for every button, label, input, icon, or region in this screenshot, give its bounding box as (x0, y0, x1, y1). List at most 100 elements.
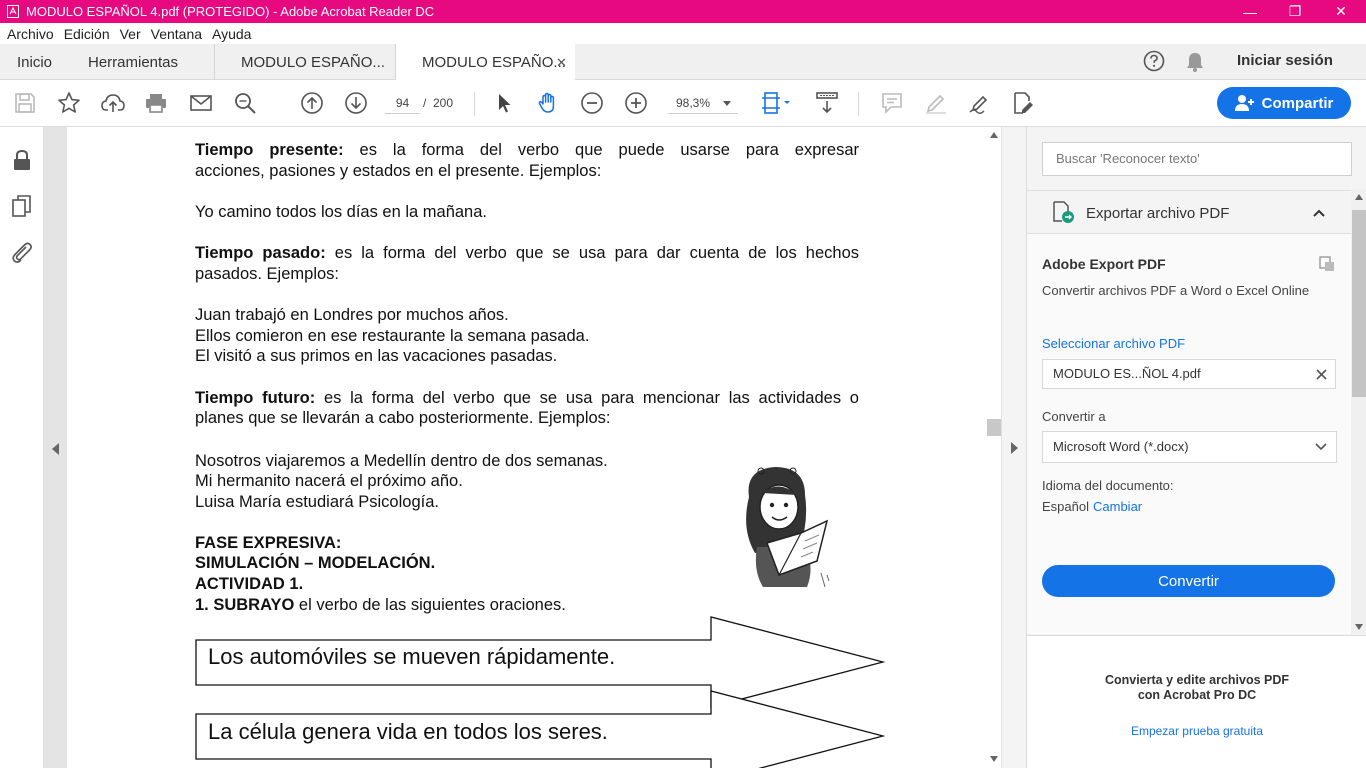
arrow-sentence-2: La célula genera vida en todos los seres… (208, 719, 608, 744)
collapse-left-panel-icon[interactable] (52, 442, 60, 460)
window-title: MODULO ESPAÑOL 4.pdf (PROTEGIDO) - Adobe… (26, 4, 435, 19)
menu-ver[interactable]: Ver (120, 26, 141, 42)
line-example-1: Yo camino todos los días en la mañana. (195, 203, 487, 221)
adobe-export-heading: Adobe Export PDF (1042, 256, 1166, 272)
close-window-button[interactable]: ✕ (1318, 0, 1364, 23)
document-scrollbar[interactable] (987, 127, 1001, 768)
convert-to-label: Convertir a (1042, 409, 1106, 424)
line-pasado-cont: pasados. Ejemplos: (195, 265, 339, 283)
next-page-icon[interactable] (343, 90, 369, 116)
highlight-pen-icon[interactable] (923, 90, 949, 116)
clear-file-icon[interactable] (1316, 369, 1327, 380)
bell-icon[interactable] (1185, 51, 1205, 77)
tab-document-1[interactable]: MODULO ESPAÑO... (214, 44, 395, 80)
selected-file-name: MODULO ES...ÑOL 4.pdf (1053, 366, 1201, 381)
fill-sign-icon[interactable] (1010, 90, 1036, 116)
share-button-label: Compartir (1261, 94, 1334, 112)
print-icon[interactable] (143, 90, 169, 116)
save-icon[interactable] (12, 90, 38, 116)
zoom-level-dropdown[interactable]: 98,3% (668, 92, 738, 114)
document-viewport[interactable]: Tiempo presente: es la forma del verbo q… (44, 127, 1026, 768)
copy-document-icon[interactable] (1318, 255, 1336, 273)
left-navigation-rail (0, 127, 44, 768)
panel-scroll-thumb[interactable] (1352, 210, 1366, 397)
chevron-up-icon[interactable] (1313, 209, 1325, 217)
promo-text: Convierta y edite archivos PDF con Acrob… (1027, 673, 1366, 703)
tab-close-icon[interactable]: ✕ (556, 55, 567, 71)
line-tiempo-futuro: Tiempo futuro: es la forma del verbo que… (195, 389, 859, 407)
line-example-2: Juan trabajó en Londres por muchos años. (195, 306, 509, 324)
select-cursor-icon[interactable] (491, 90, 517, 116)
page-number-input[interactable]: 94 (385, 92, 420, 114)
share-button[interactable]: Compartir (1217, 87, 1351, 119)
line-tiempo-pasado: Tiempo pasado: es la forma del verbo que… (195, 244, 859, 262)
chevron-down-icon (1315, 443, 1327, 451)
restore-button[interactable]: ❐ (1272, 0, 1318, 23)
acrobat-pro-promo: Convierta y edite archivos PDF con Acrob… (1027, 635, 1366, 768)
menu-edicion[interactable]: Edición (64, 26, 110, 42)
arrow-shapes (195, 616, 885, 768)
tab-home[interactable]: Inicio (17, 44, 52, 80)
toolbar: 94 / 200 98,3% (0, 80, 1366, 127)
export-pdf-title: Exportar archivo PDF (1086, 205, 1230, 222)
right-tools-panel: Buscar 'Reconocer texto' Exportar archiv… (1026, 127, 1366, 768)
tab-document-2-label: MODULO ESPAÑO... (422, 54, 566, 71)
lock-icon[interactable] (10, 148, 34, 172)
previous-page-icon[interactable] (299, 90, 325, 116)
promo-line-1: Convierta y edite archivos PDF (1104, 673, 1290, 687)
convert-button[interactable]: Convertir (1042, 565, 1335, 597)
zoom-in-icon[interactable] (623, 90, 649, 116)
export-pdf-icon (1053, 201, 1074, 223)
convert-format-dropdown[interactable]: Microsoft Word (*.docx) (1042, 431, 1337, 463)
star-bookmark-icon[interactable] (56, 90, 82, 116)
zoom-level-value: 98,3% (676, 96, 711, 110)
right-panel-toggle[interactable] (1001, 127, 1026, 768)
menu-ayuda[interactable]: Ayuda (212, 26, 251, 42)
search-zoom-icon[interactable] (232, 90, 258, 116)
scroll-thumb[interactable] (987, 419, 1001, 436)
hand-tool-icon[interactable] (535, 90, 561, 116)
scroll-down-icon[interactable] (990, 756, 998, 762)
promo-line-2: con Acrobat Pro DC (1137, 688, 1257, 702)
line-tiempo-presente: Tiempo presente: es la forma del verbo q… (195, 141, 859, 159)
title-bar: MODULO ESPAÑOL 4.pdf (PROTEGIDO) - Adobe… (0, 0, 1366, 23)
panel-scroll-up-icon[interactable] (1355, 194, 1363, 200)
pages-thumbnails-icon[interactable] (10, 194, 34, 218)
expand-right-icon[interactable] (1011, 442, 1019, 454)
selected-file-field[interactable]: MODULO ES...ÑOL 4.pdf (1042, 359, 1336, 389)
sign-pen-icon[interactable] (967, 90, 993, 116)
cloud-upload-icon[interactable] (100, 90, 126, 116)
comment-icon[interactable] (879, 90, 905, 116)
change-language-link[interactable]: Cambiar (1093, 499, 1142, 514)
signin-link[interactable]: Iniciar sesión (1237, 52, 1333, 69)
zoom-out-icon[interactable] (579, 90, 605, 116)
chevron-down-icon (723, 101, 731, 106)
panel-scroll-down-icon[interactable] (1355, 624, 1363, 630)
line-subrayo: 1. SUBRAYO el verbo de las siguientes or… (195, 596, 566, 614)
select-file-label: Seleccionar archivo PDF (1042, 336, 1186, 351)
menu-ventana[interactable]: Ventana (151, 26, 202, 42)
attachment-paperclip-icon[interactable] (10, 240, 34, 264)
line-futuro-cont: planes que se llevarán a cabo posteriorm… (195, 409, 611, 427)
minimize-button[interactable]: — (1227, 0, 1273, 23)
menu-archivo[interactable]: Archivo (7, 26, 54, 42)
question-circle-icon[interactable] (1143, 50, 1165, 76)
arrow-sentence-1: Los automóviles se mueven rápidamente. (208, 644, 616, 669)
tab-document-2[interactable]: MODULO ESPAÑO... ✕ (395, 44, 575, 81)
line-example-4: El visitó a sus primos en las vacaciones… (195, 347, 558, 365)
scroll-mode-icon[interactable] (814, 90, 840, 116)
page-fit-icon[interactable] (758, 90, 794, 116)
email-icon[interactable] (188, 90, 214, 116)
free-trial-link[interactable]: Empezar prueba gratuita (1027, 724, 1366, 738)
language-label: Idioma del documento: (1042, 478, 1174, 493)
tab-tools[interactable]: Herramientas (88, 44, 178, 80)
export-pdf-header[interactable]: Exportar archivo PDF (1027, 190, 1351, 234)
scroll-up-icon[interactable] (990, 132, 998, 138)
line-presente-cont: acciones, pasiones y estados en el prese… (195, 162, 602, 180)
convert-format-value: Microsoft Word (*.docx) (1053, 439, 1189, 454)
search-tools-input[interactable]: Buscar 'Reconocer texto' (1042, 142, 1352, 176)
line-example-3: Ellos comieron en ese restaurante la sem… (195, 327, 590, 345)
right-panel-scrollbar[interactable] (1351, 190, 1366, 634)
page-separator: / (423, 96, 427, 110)
menu-bar: Archivo Edición Ver Ventana Ayuda (0, 23, 1366, 44)
